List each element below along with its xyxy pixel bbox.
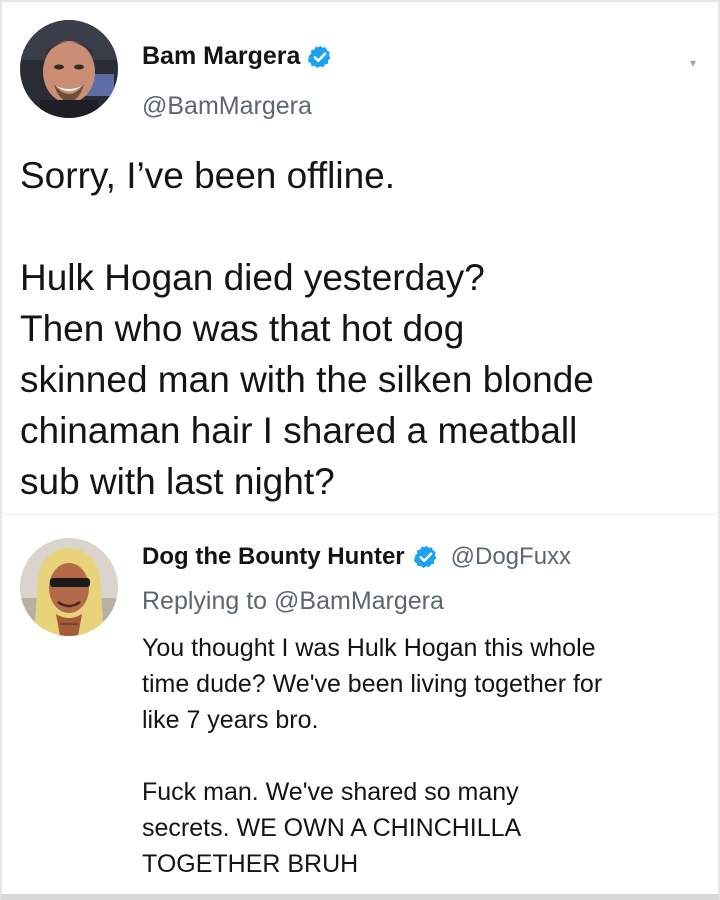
chevron-down-icon[interactable]: ▾ bbox=[690, 56, 696, 70]
verified-badge-icon bbox=[413, 544, 439, 570]
bam-margera-avatar[interactable] bbox=[20, 20, 118, 118]
replying-to-label: Replying to bbox=[142, 587, 268, 615]
main-author-handle[interactable]: @BamMargera bbox=[142, 92, 312, 121]
avatar-image bbox=[20, 20, 118, 118]
main-author-name[interactable]: Bam Margera bbox=[142, 42, 300, 71]
reply-author-row[interactable]: Dog the Bounty Hunter @DogFuxx bbox=[142, 543, 571, 571]
reply-tweet-text: You thought I was Hulk Hogan this whole … bbox=[142, 634, 603, 878]
reply-author-handle[interactable]: @DogFuxx bbox=[451, 543, 571, 571]
main-tweet-text: Sorry, I’ve been offline. Hulk Hogan die… bbox=[20, 155, 594, 502]
reply-author-name[interactable]: Dog the Bounty Hunter bbox=[142, 543, 405, 571]
replying-to-line: Replying to @BamMargera bbox=[142, 587, 444, 616]
verified-badge-icon bbox=[307, 44, 333, 70]
dog-bounty-hunter-avatar[interactable] bbox=[20, 538, 118, 636]
replying-to-mention-link[interactable]: @BamMargera bbox=[274, 587, 444, 615]
avatar-image bbox=[20, 538, 118, 636]
main-author-name-row[interactable]: Bam Margera bbox=[142, 42, 333, 71]
tweet-divider bbox=[0, 514, 720, 515]
